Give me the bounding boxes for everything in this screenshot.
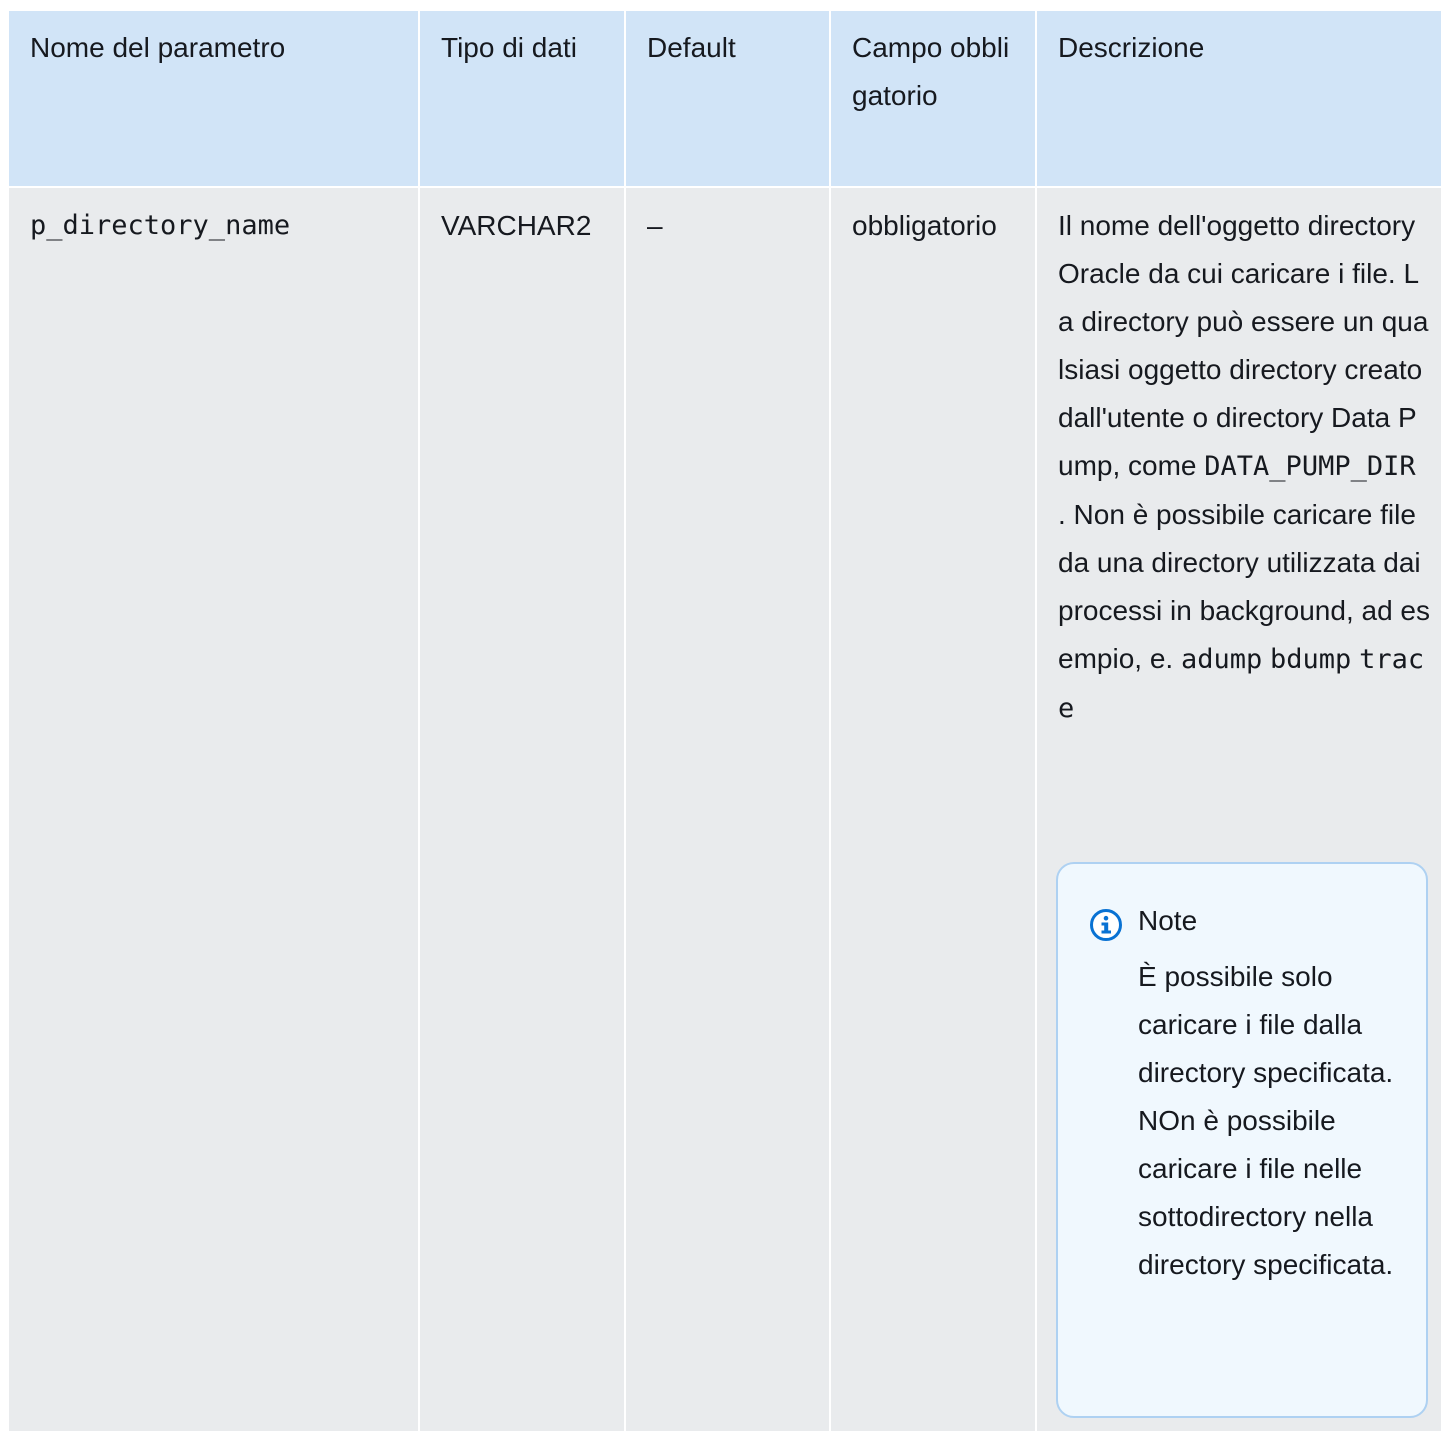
default-value: – [647, 210, 663, 241]
column-divider [624, 11, 626, 1431]
column-divider [1035, 11, 1037, 1431]
parameter-name: p_directory_name [30, 210, 291, 241]
required-value: obbligatorio [852, 210, 997, 241]
header-required: Campo obbligatorio [852, 32, 1010, 111]
header-description: Descrizione [1058, 32, 1205, 63]
inline-code: bdump [1270, 644, 1352, 675]
header-default: Default [647, 32, 736, 63]
header-parameter-name: Nome del parametro [30, 32, 286, 63]
column-divider [418, 11, 420, 1431]
column-divider [829, 11, 831, 1431]
header-data-type: Tipo di dati [441, 32, 577, 63]
note-callout: Note È possibile solo caricare i file da… [1056, 862, 1428, 1418]
data-type: VARCHAR2 [441, 210, 592, 241]
inline-code: DATA_PUMP_DIR [1204, 451, 1416, 482]
description: Il nome dell'oggetto directory Oracle da… [1058, 202, 1430, 733]
header-divider [9, 186, 1441, 188]
inline-code: adump [1180, 644, 1263, 675]
note-text: È possibile solo caricare i file dalla d… [1138, 961, 1394, 1280]
note-title: Note [1138, 905, 1198, 936]
description-text: Il nome dell'oggetto directory Oracle da… [1058, 210, 1429, 481]
parameters-table: Nome del parametro Tipo di dati Default … [9, 11, 1441, 1431]
info-icon [1090, 909, 1122, 941]
